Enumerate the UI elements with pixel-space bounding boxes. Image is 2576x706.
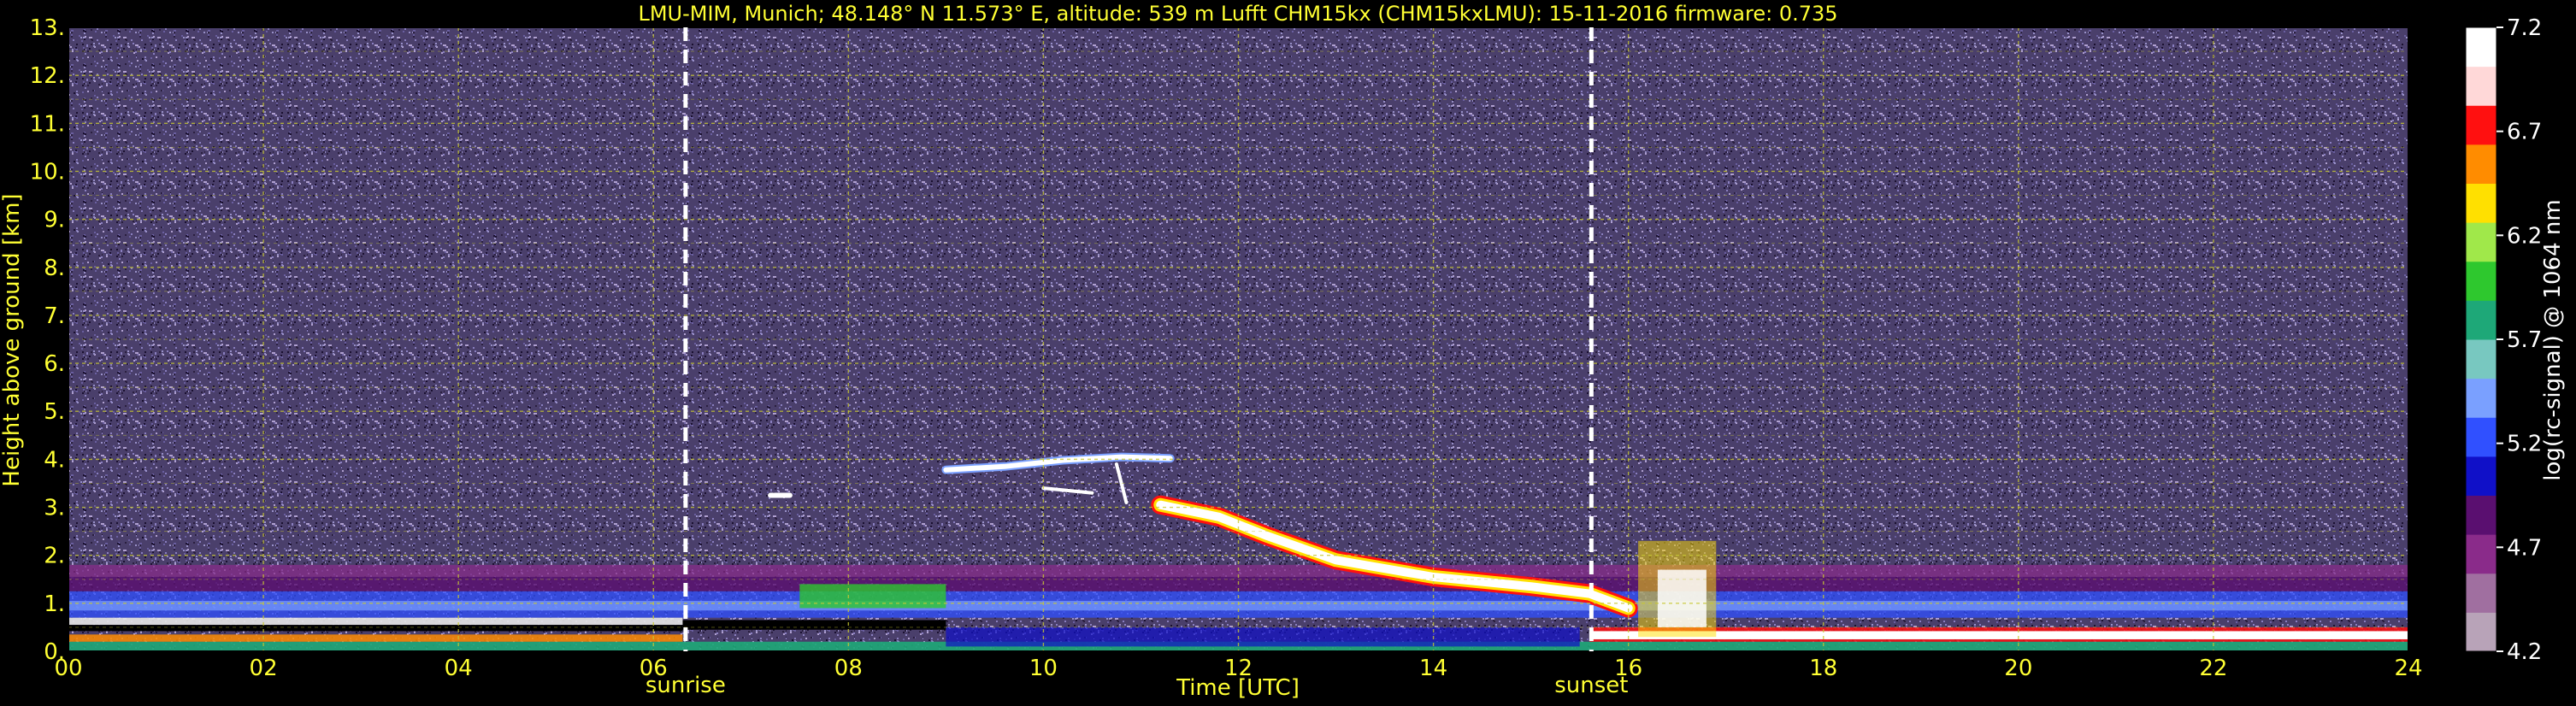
colorbar-segment	[2466, 456, 2496, 496]
colorbar-segment	[2466, 339, 2496, 379]
colorbar-tick-label: 5.7	[2507, 327, 2542, 353]
y-tick-label: 12.	[30, 63, 65, 89]
x-tick-label: 20	[2004, 656, 2032, 681]
y-axis-label: Height above ground [km]	[0, 193, 25, 486]
marker-label-sunset: sunset	[1554, 673, 1628, 698]
y-tick-label: 8.	[44, 256, 65, 281]
colorbar-segment	[2466, 222, 2496, 262]
bl-white-band	[68, 617, 683, 626]
colorbar-label: log(rc-signal) @ 1064 nm	[2540, 199, 2566, 480]
bl-black-band-2	[682, 620, 946, 630]
colorbar: 4.2 4.7 5.2 5.7 6.2 6.7 7.2	[2465, 15, 2542, 665]
y-tick-label: 11.	[30, 111, 65, 137]
y-tick-label: 13.	[30, 15, 65, 41]
x-tick-label: 02	[250, 656, 278, 681]
convective-white	[1657, 569, 1707, 627]
colorbar-tick-label: 4.7	[2507, 535, 2542, 561]
colorbar-tick-label: 6.2	[2507, 223, 2542, 249]
colorbar-segment	[2466, 300, 2496, 340]
colorbar-segment	[2466, 183, 2496, 223]
x-tick-label: 04	[445, 656, 473, 681]
colorbar-segment	[2466, 105, 2496, 145]
chart-title: LMU-MIM, Munich; 48.148° N 11.573° E, al…	[638, 2, 1837, 26]
colorbar-tick-label: 6.7	[2507, 120, 2542, 145]
colorbar-segment	[2466, 495, 2496, 535]
y-tick-label: 7.	[44, 303, 65, 329]
y-tick-label: 1.	[44, 591, 65, 617]
bl-black-band	[68, 625, 683, 632]
x-tick-label: 14	[1419, 656, 1447, 681]
ceilometer-chart: LMU-MIM, Munich; 48.148° N 11.573° E, al…	[0, 2, 2566, 701]
y-tick-label: 3.	[44, 496, 65, 521]
y-tick-label: 5.	[44, 399, 65, 425]
colorbar-segment	[2466, 261, 2496, 301]
marker-label-sunrise: sunrise	[645, 673, 726, 698]
y-tick-label: 4.	[44, 447, 65, 473]
colorbar-segment	[2466, 573, 2496, 613]
y-tick-label: 10.	[30, 159, 65, 185]
y-tick-label: 6.	[44, 351, 65, 377]
colorbar-tick-label: 5.2	[2507, 432, 2542, 457]
x-axis-label: Time [UTC]	[1176, 675, 1300, 701]
colorbar-segment	[2466, 144, 2496, 184]
colorbar-tick-label: 7.2	[2507, 15, 2542, 41]
colorbar-segment	[2466, 66, 2496, 106]
x-tick-label: 10	[1029, 656, 1058, 681]
colorbar-segment	[2466, 378, 2496, 418]
y-tick-label: 0.	[44, 639, 65, 665]
colorbar-segment	[2466, 612, 2496, 652]
bl-low-blue	[946, 627, 1580, 647]
colorbar-segment	[2466, 27, 2496, 68]
x-tick-label: 24	[2394, 656, 2422, 681]
y-tick-label: 9.	[44, 208, 65, 233]
colorbar-tick-label: 4.2	[2507, 639, 2542, 665]
x-tick-label: 08	[834, 656, 863, 681]
colorbar-segment	[2466, 534, 2496, 574]
bl-green-patch	[799, 584, 946, 609]
bl-orange-band	[68, 634, 683, 642]
x-tick-label: 22	[2199, 656, 2227, 681]
plot-area: 00 02 04 06 08 10 12 14 16 18 20 22 240.1.2.3.4.5.6.…	[30, 15, 2423, 698]
x-tick-label: 18	[1809, 656, 1837, 681]
y-tick-label: 2.	[44, 544, 65, 569]
colorbar-segment	[2466, 417, 2496, 457]
